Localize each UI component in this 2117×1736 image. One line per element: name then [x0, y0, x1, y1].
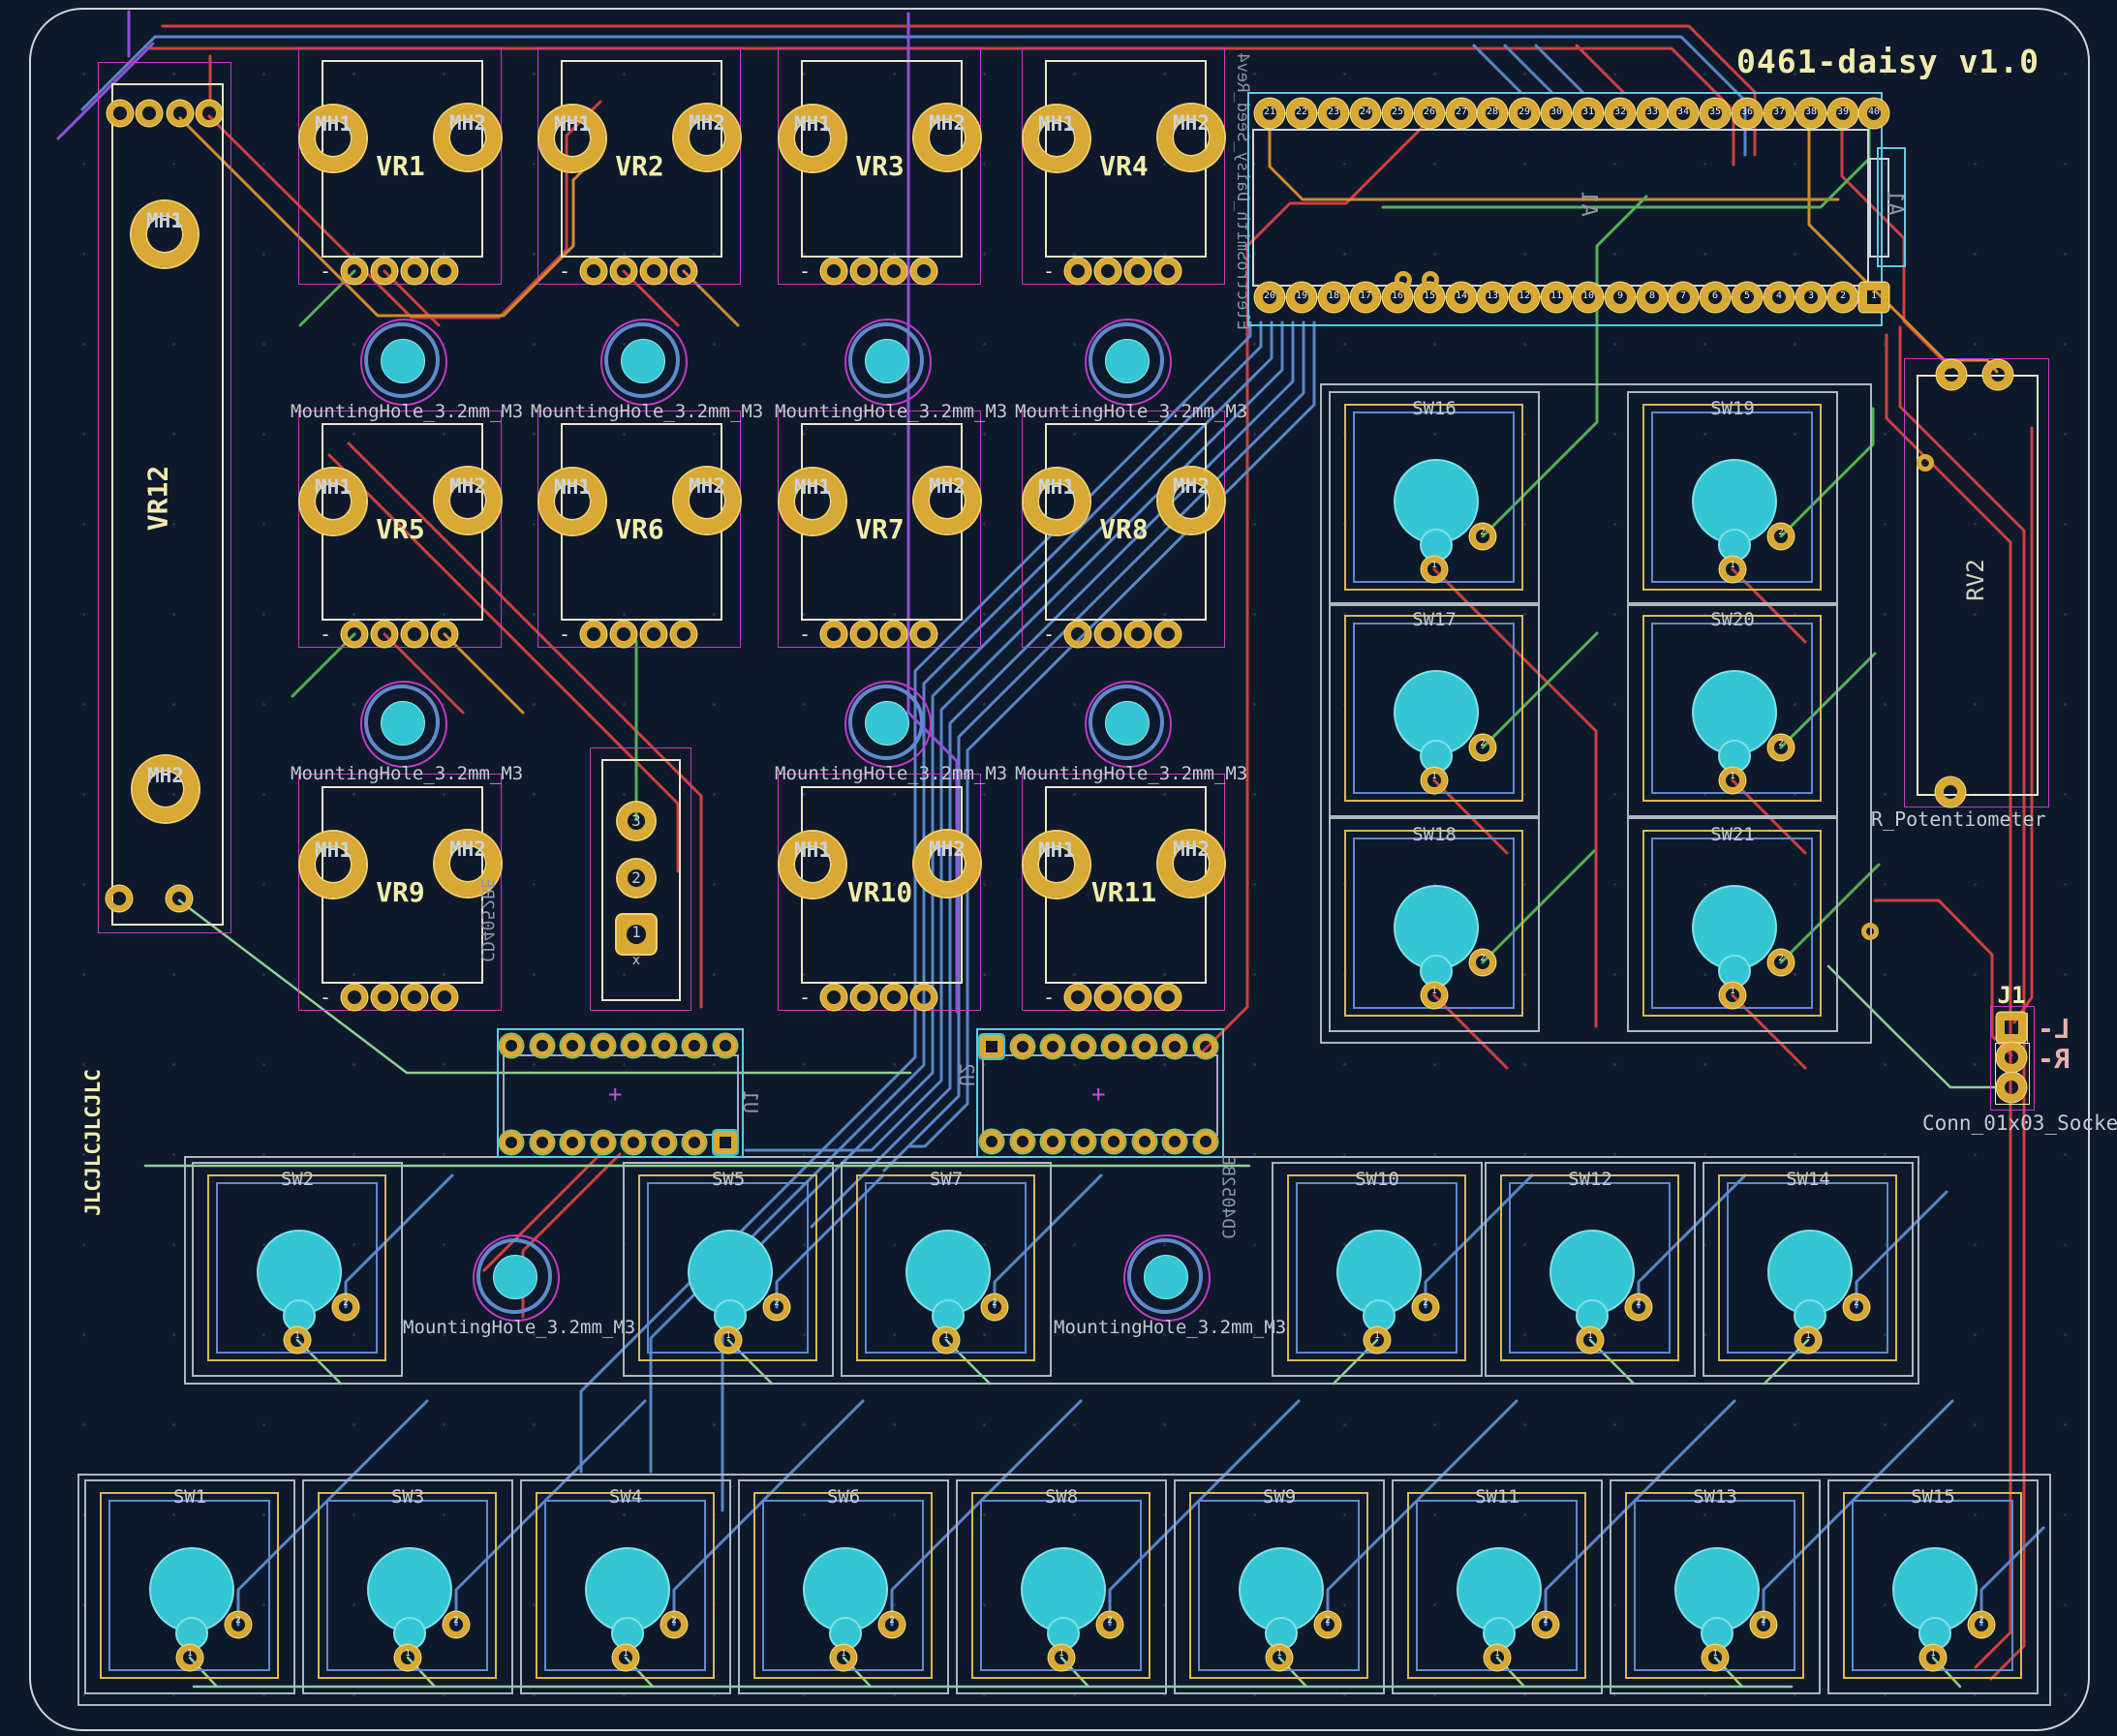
pad[interactable]	[197, 101, 222, 126]
pad[interactable]	[137, 101, 162, 126]
pin-ring	[1011, 1035, 1034, 1058]
u2-value-label: CD4052BE	[1218, 1149, 1239, 1246]
via[interactable]	[1422, 271, 1439, 289]
rv2-label: RV2	[1962, 532, 1989, 628]
pin-ring	[1163, 1035, 1186, 1058]
pad[interactable]	[168, 101, 193, 126]
pcb-canvas: 0461-daisy v1.0 JLCJLCJLCJLC ElectroSmit…	[0, 0, 2117, 1736]
pad[interactable]	[1936, 777, 1965, 807]
pad[interactable]	[167, 886, 192, 911]
pad-mark: x	[624, 953, 649, 968]
vr12-label: VR12	[142, 450, 174, 547]
pad[interactable]	[107, 101, 133, 126]
pin-ring	[1194, 1130, 1217, 1153]
pad-number: 1	[624, 923, 649, 941]
rv2-value-label: R_Potentiometer	[1871, 807, 2046, 831]
pad[interactable]	[1997, 1013, 2026, 1042]
via[interactable]	[1917, 454, 1934, 472]
pin-ring	[1041, 1035, 1064, 1058]
j1-pin-r-label: -R	[2038, 1043, 2071, 1075]
via[interactable]	[1395, 271, 1412, 289]
via[interactable]	[1861, 923, 1879, 940]
j1-pin-l-label: -L	[2038, 1013, 2071, 1045]
pad[interactable]	[1997, 1043, 2026, 1072]
u2-pins	[0, 0, 2117, 1736]
pad-number: 3	[624, 811, 649, 830]
pin-ring	[1133, 1035, 1156, 1058]
mh1-label: MH1	[131, 209, 199, 232]
pad[interactable]	[1937, 360, 1966, 389]
pin-ring	[1041, 1130, 1064, 1153]
pin-ring	[1163, 1130, 1186, 1153]
j1-ref-label: J1	[1982, 982, 2040, 1009]
pad[interactable]	[1997, 1073, 2026, 1102]
j1-value-label: Conn_01x03_Socket	[1922, 1112, 2117, 1135]
pin-ring	[1194, 1035, 1217, 1058]
pin-ring	[1072, 1130, 1095, 1153]
mh2-label: MH2	[132, 764, 199, 787]
pin-ring	[1102, 1130, 1125, 1153]
pin-ring	[1102, 1035, 1125, 1058]
pad[interactable]	[107, 886, 132, 911]
pin-ring	[980, 1035, 1003, 1058]
pad[interactable]	[1983, 360, 2012, 389]
pin-ring	[1011, 1130, 1034, 1153]
pad-number: 2	[624, 868, 649, 887]
pin-ring	[1072, 1035, 1095, 1058]
pin-ring	[980, 1130, 1003, 1153]
pin-ring	[1133, 1130, 1156, 1153]
